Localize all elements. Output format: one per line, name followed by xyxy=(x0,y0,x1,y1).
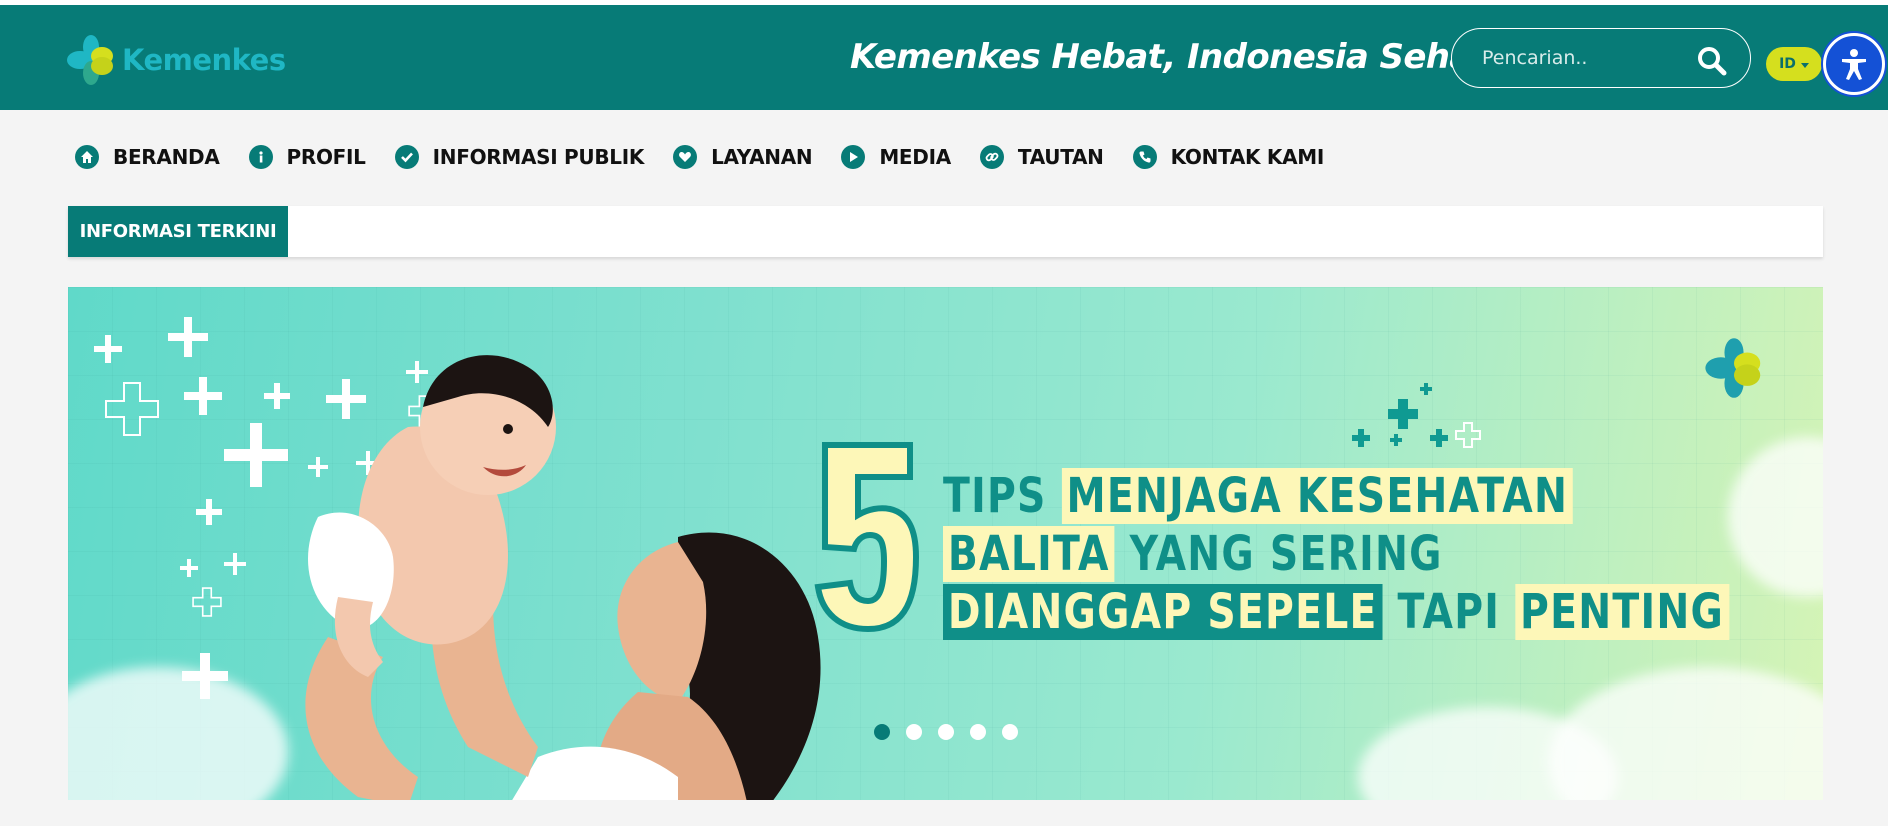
plus-icon xyxy=(94,335,122,363)
carousel-dot[interactable] xyxy=(938,724,954,740)
nav-item-tautan[interactable]: TAUTAN xyxy=(979,145,1104,169)
nav-label: PROFIL xyxy=(286,145,366,169)
headline-part: BALITA xyxy=(943,526,1115,582)
headline-part: DIANGGAP SEPELE xyxy=(943,584,1383,640)
ticker-label: INFORMASI TERKINI xyxy=(68,206,288,257)
accessibility-icon xyxy=(1842,49,1866,80)
plus-icon xyxy=(168,317,208,357)
plus-cluster-icon xyxy=(1352,383,1481,448)
headline-part: PENTING xyxy=(1515,584,1729,640)
heart-icon xyxy=(673,145,698,169)
plus-outline-icon xyxy=(105,382,159,436)
info-icon xyxy=(248,145,273,169)
headline-part: TIPS xyxy=(943,468,1047,524)
search-input[interactable] xyxy=(1482,44,1682,72)
check-icon xyxy=(394,145,419,169)
language-label: ID xyxy=(1779,56,1796,72)
nav-item-profil[interactable]: PROFIL xyxy=(248,145,366,169)
nav-label: LAYANAN xyxy=(711,145,813,169)
nav-item-beranda[interactable]: BERANDA xyxy=(75,145,220,169)
main-nav: BERANDA PROFIL INFORMASI PUBLIK LAYANAN … xyxy=(75,140,1353,174)
nav-label: INFORMASI PUBLIK xyxy=(432,145,645,169)
logo-text: Kemenkes xyxy=(122,43,286,77)
news-ticker: INFORMASI TERKINI xyxy=(68,206,1823,257)
number-five-text: 5 xyxy=(810,437,811,438)
nav-label: MEDIA xyxy=(879,145,951,169)
carousel-dot[interactable] xyxy=(1002,724,1018,740)
nav-label: BERANDA xyxy=(113,145,220,169)
link-icon xyxy=(979,145,1004,169)
carousel-dot[interactable] xyxy=(874,724,890,740)
nav-item-kontak-kami[interactable]: KONTAK KAMI xyxy=(1132,145,1325,169)
phone-icon xyxy=(1132,145,1157,169)
site-header: Kemenkes Kemenkes Hebat, Indonesia Sehat… xyxy=(0,5,1888,110)
nav-item-media[interactable]: MEDIA xyxy=(841,145,951,169)
kemenkes-logo[interactable]: Kemenkes xyxy=(66,32,286,88)
nav-label: KONTAK KAMI xyxy=(1170,145,1325,169)
banner-headline: TIPS MENJAGA KESEHATAN BALITA YANG SERIN… xyxy=(943,467,1729,641)
home-icon xyxy=(75,145,99,169)
mother-baby-illustration xyxy=(305,355,821,800)
headline-part: TAPI xyxy=(1397,584,1501,640)
accessibility-button[interactable] xyxy=(1823,33,1885,95)
headline-part: MENJAGA KESEHATAN xyxy=(1061,468,1574,524)
number-five-graphic: 5 xyxy=(810,437,920,633)
carousel-dot[interactable] xyxy=(906,724,922,740)
nav-label: TAUTAN xyxy=(1017,145,1104,169)
play-icon xyxy=(841,145,866,169)
tagline: Kemenkes Hebat, Indonesia Sehat xyxy=(850,37,1488,77)
search-box[interactable] xyxy=(1451,28,1751,88)
plus-icon xyxy=(180,559,198,577)
kemenkes-logo-icon xyxy=(1705,338,1761,398)
carousel-dot[interactable] xyxy=(970,724,986,740)
language-selector[interactable]: ID xyxy=(1766,47,1822,81)
carousel-dots xyxy=(874,724,1034,740)
kemenkes-logo-icon xyxy=(67,35,113,85)
chevron-down-icon xyxy=(1800,62,1809,68)
headline-part: YANG SERING xyxy=(1129,526,1443,582)
nav-item-informasi-publik[interactable]: INFORMASI PUBLIK xyxy=(394,145,645,169)
search-icon[interactable] xyxy=(1696,45,1728,77)
hero-banner[interactable]: 5 TIPS MENJAGA KESEHATAN BALITA YANG SER… xyxy=(68,287,1823,800)
nav-item-layanan[interactable]: LAYANAN xyxy=(673,145,813,169)
